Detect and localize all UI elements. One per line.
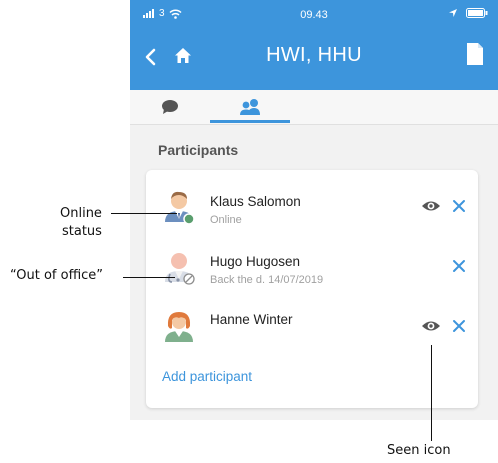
eye-icon	[422, 201, 440, 211]
document-icon[interactable]	[466, 42, 484, 66]
status-right	[448, 8, 488, 18]
callout-online-status-line2: status	[62, 224, 102, 239]
close-icon[interactable]	[452, 259, 466, 273]
list-item[interactable]: Hugo Hugosen Back the d. 14/07/2019	[146, 238, 478, 296]
participants-card: Klaus Salomon Online Hugo Hugosen Back t…	[146, 170, 478, 408]
online-status-dot	[183, 213, 195, 225]
nav-bar: HWI, HHU	[130, 36, 498, 80]
close-icon[interactable]	[452, 319, 466, 333]
tab-chat[interactable]	[130, 90, 210, 124]
callout-out-of-office-line	[123, 277, 175, 278]
callout-out-of-office: “Out of office”	[10, 268, 104, 283]
participant-name: Hanne Winter	[210, 312, 293, 327]
eye-icon	[422, 321, 440, 331]
avatar	[165, 312, 193, 342]
avatar	[165, 253, 195, 285]
participant-name: Hugo Hugosen	[210, 254, 301, 269]
close-icon[interactable]	[452, 199, 466, 213]
participants-heading: Participants	[158, 142, 239, 158]
active-tab-indicator	[210, 120, 290, 123]
tab-participants[interactable]	[210, 90, 290, 124]
participant-name: Klaus Salomon	[210, 194, 301, 209]
status-bar: 3 09.43	[130, 0, 498, 26]
participant-status: Online	[210, 214, 242, 226]
list-item[interactable]: Hanne Winter	[146, 298, 478, 356]
participant-status: Back the d. 14/07/2019	[210, 274, 324, 286]
callout-seen-icon-line	[431, 345, 432, 441]
participants-icon	[240, 99, 260, 115]
callout-online-status-line	[111, 213, 177, 214]
location-icon	[449, 9, 457, 17]
tab-bar	[130, 90, 498, 125]
app-header: 3 09.43 HWI, HHU	[130, 0, 498, 90]
status-time: 09.43	[300, 9, 328, 21]
conversation-title: HWI, HHU	[266, 44, 362, 66]
phone-screen: 3 09.43 HWI, HHU Participants Klaus Salo…	[130, 0, 498, 420]
add-participant-link[interactable]: Add participant	[162, 369, 252, 384]
callout-online-status-line1: Online	[60, 206, 102, 221]
avatar	[165, 191, 195, 225]
chat-bubble-icon	[162, 100, 178, 114]
list-item[interactable]: Klaus Salomon Online	[146, 178, 478, 236]
battery-icon	[466, 8, 488, 18]
callout-seen-icon: Seen icon	[387, 443, 451, 458]
